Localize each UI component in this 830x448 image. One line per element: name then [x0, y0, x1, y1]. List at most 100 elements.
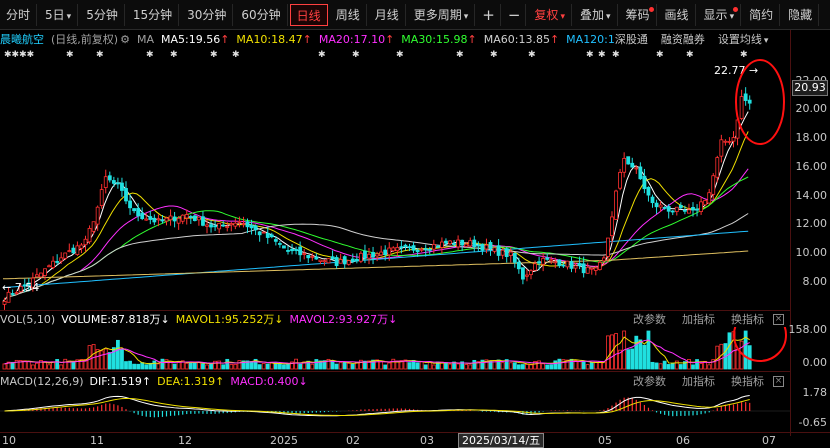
- toolbar: 分时 5日 ▾ 5分钟 15分钟 30分钟 60分钟 日线 周线 月线 更多周期 ▾ + − 复权 ▾ 叠…: [0, 0, 830, 30]
- volume-bar: [249, 361, 254, 370]
- candle-body: [124, 188, 128, 202]
- volume-bar: [687, 359, 691, 370]
- candle-body: [618, 171, 622, 189]
- volume-bar: [508, 362, 513, 370]
- option-button-1[interactable]: 叠加 ▾: [574, 3, 618, 26]
- candle-body: [456, 239, 461, 248]
- candle-body: [415, 249, 420, 253]
- zoom-out-button[interactable]: −: [503, 3, 527, 26]
- date-tick: 07: [762, 434, 776, 447]
- volume-bar: [152, 360, 157, 370]
- period-tab-3[interactable]: 15分钟: [127, 3, 180, 26]
- volume-bar: [172, 363, 177, 370]
- ma30-value: MA30:15.98↑: [401, 33, 476, 46]
- link-margin-trading[interactable]: 融资融券: [661, 31, 705, 47]
- period-tab-4[interactable]: 30分钟: [181, 3, 234, 26]
- price-tick: 12.00: [795, 217, 828, 230]
- candle-body: [642, 175, 647, 190]
- vol-label: VOL(5,10): [0, 312, 56, 326]
- candle-body: [111, 180, 116, 184]
- ma30-arrow: ↑: [467, 32, 477, 46]
- candle-body: [593, 267, 598, 271]
- vol-close-icon[interactable]: ×: [773, 313, 784, 325]
- volume-chart[interactable]: [0, 327, 790, 371]
- vol-switch-indicator[interactable]: 换指标: [731, 311, 764, 327]
- date-tick: 11: [90, 434, 104, 447]
- vol-add-indicator[interactable]: 加指标: [682, 311, 715, 327]
- volume-bar: [233, 363, 238, 370]
- ma20-value: MA20:17.10↑: [319, 33, 394, 46]
- candle-body: [464, 243, 469, 247]
- option-button-3[interactable]: 画线: [659, 3, 696, 26]
- option-button-5[interactable]: 简约: [743, 3, 781, 26]
- period-tab-7[interactable]: 周线: [330, 3, 367, 26]
- option-button-4[interactable]: 显示 ▾: [698, 3, 742, 26]
- candle-body: [500, 249, 505, 256]
- macd-tick: -0.65: [798, 416, 827, 429]
- mavol2-value: MAVOL2:93.927万↓: [289, 313, 398, 326]
- candle-body: [71, 247, 76, 254]
- notification-dot-icon: [648, 6, 654, 12]
- candle-body: [423, 248, 428, 251]
- candle-body: [91, 221, 96, 232]
- price-tick: 18.00: [795, 131, 828, 144]
- volume-bar: [699, 363, 703, 370]
- stock-name[interactable]: 晨曦航空: [0, 31, 44, 47]
- vol-edit-params[interactable]: 改参数: [633, 311, 666, 327]
- volume-bar: [387, 362, 392, 370]
- candle-body: [399, 246, 404, 249]
- volume-bar: [176, 362, 181, 370]
- volume-bar: [593, 361, 598, 370]
- candle-body: [363, 250, 367, 259]
- zoom-in-button[interactable]: +: [477, 3, 501, 26]
- volume-bar: [549, 364, 554, 370]
- candle-body: [476, 244, 481, 247]
- candle-body: [128, 200, 132, 209]
- candle-body: [614, 190, 618, 220]
- vol-tick: 158.00: [788, 323, 828, 336]
- volume-bar: [569, 358, 574, 370]
- set-ma-button[interactable]: 设置均线 ▾: [718, 31, 769, 47]
- period-tab-2[interactable]: 5分钟: [80, 3, 125, 26]
- macd-label: MACD(12,26,9): [0, 374, 84, 388]
- volume-bar: [30, 364, 35, 370]
- candle-body: [338, 259, 343, 264]
- macd-add-indicator[interactable]: 加指标: [682, 373, 715, 389]
- option-button-6[interactable]: 隐藏: [782, 3, 820, 26]
- vol-tools: 改参数 加指标 换指标: [623, 311, 770, 327]
- vol-tick: 0.00: [802, 356, 828, 369]
- period-tab-label: 30分钟: [187, 7, 227, 22]
- option-button-0[interactable]: 复权 ▾: [528, 3, 572, 26]
- volume-bar: [581, 360, 586, 370]
- macd-switch-indicator[interactable]: 换指标: [731, 373, 764, 389]
- chevron-down-icon: ▾: [560, 11, 565, 22]
- volume-bar: [379, 361, 384, 370]
- candle-body: [496, 245, 501, 256]
- macd-edit-params[interactable]: 改参数: [633, 373, 666, 389]
- volume-bar: [444, 362, 448, 370]
- volume-bar: [225, 358, 230, 370]
- macd-close-icon[interactable]: ×: [773, 375, 784, 387]
- volume-bar: [346, 362, 351, 370]
- low-price-annotation: ← 7.54: [2, 281, 39, 294]
- link-shenggutong[interactable]: 深股通: [615, 31, 648, 47]
- period-tab-8[interactable]: 月线: [369, 3, 406, 26]
- ma60-value: MA60:13.85↑: [484, 33, 559, 46]
- candlestick-chart[interactable]: 22.77 →← 7.54✱✱✱✱ ✱ ✱ ✱ ✱ ✱ ✱ ✱ ✱ ✱ ✱ ✱ ✱ ✱ ✱ ✱ ✱ ✱ ✱: [0, 48, 790, 310]
- candle-body: [237, 221, 242, 223]
- period-tab-0[interactable]: 分时: [0, 3, 38, 26]
- period-tab-9[interactable]: 更多周期 ▾: [408, 3, 476, 26]
- volume-bar: [545, 364, 550, 370]
- volume-bar: [423, 364, 428, 370]
- set-ma-label: 设置均线: [717, 33, 762, 46]
- period-tab-1[interactable]: 5日 ▾: [39, 3, 79, 26]
- gear-icon[interactable]: ⚙: [120, 33, 130, 46]
- volume-bar: [128, 360, 132, 370]
- macd-chart[interactable]: [0, 389, 790, 432]
- period-tab-6[interactable]: 日线: [289, 3, 328, 26]
- candle-body: [107, 175, 112, 181]
- volume-bar: [525, 364, 529, 370]
- candle-body: [387, 247, 392, 256]
- option-button-2[interactable]: 筹码: [620, 3, 657, 26]
- period-tab-5[interactable]: 60分钟: [235, 3, 288, 26]
